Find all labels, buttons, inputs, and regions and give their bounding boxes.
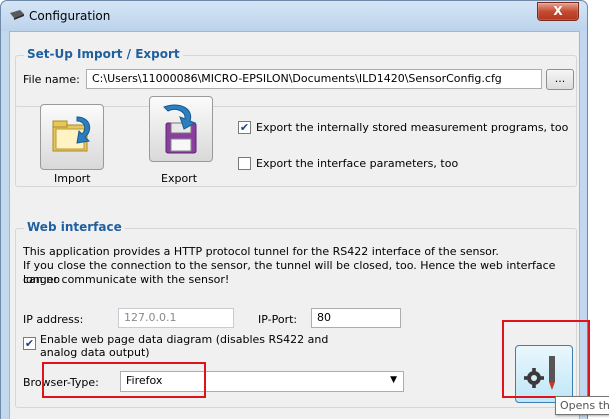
import-export-group-title: Set-Up Import / Export — [24, 47, 183, 61]
web-info-line-1: This application provides a HTTP protoco… — [23, 245, 499, 258]
export-interface-checkbox[interactable] — [238, 157, 251, 170]
export-programs-label: Export the internally stored measurement… — [256, 121, 569, 134]
ip-port-field[interactable]: 80 — [311, 308, 401, 328]
export-floppy-icon — [163, 104, 197, 154]
web-info-line-3: longer communicate with the sensor! — [23, 273, 230, 286]
browse-button[interactable]: ... — [546, 69, 574, 90]
ip-address-field[interactable]: 127.0.0.1 — [118, 308, 234, 328]
import-export-buttons-panel: Import Export ✔ Export the internally st… — [15, 94, 577, 187]
web-button-highlight — [502, 320, 590, 398]
import-button[interactable] — [40, 104, 104, 170]
import-label: Import — [54, 172, 91, 185]
export-label: Export — [161, 172, 198, 185]
configuration-window: Configuration X Set-Up Import / Export F… — [0, 0, 590, 419]
web-interface-group-title: Web interface — [24, 220, 125, 234]
import-folder-icon — [52, 116, 91, 152]
file-name-label: File name: — [23, 73, 80, 86]
export-button[interactable] — [149, 96, 213, 162]
export-programs-checkbox[interactable]: ✔ — [238, 121, 251, 134]
browser-type-highlight — [42, 362, 206, 398]
ip-port-label: IP-Port: — [258, 313, 298, 326]
chevron-down-icon: ▼ — [390, 375, 397, 385]
enable-diagram-label-line-1: Enable web page data diagram (disables R… — [40, 333, 329, 346]
title-bar: Configuration X — [1, 1, 587, 31]
dialog-client-area: Set-Up Import / Export File name: C:\Use… — [9, 31, 590, 419]
export-interface-label: Export the interface parameters, too — [256, 157, 459, 170]
web-button-tooltip: Opens the ILD — [555, 396, 609, 415]
sensor-icon — [10, 10, 24, 20]
close-button[interactable]: X — [537, 2, 579, 21]
file-name-field[interactable]: C:\Users\11000086\MICRO-EPSILON\Document… — [86, 69, 542, 89]
window-title: Configuration — [29, 9, 111, 23]
enable-diagram-label-line-2: analog data output) — [40, 346, 150, 359]
enable-diagram-checkbox[interactable]: ✔ — [23, 337, 36, 350]
ip-address-label: IP address: — [23, 313, 84, 326]
